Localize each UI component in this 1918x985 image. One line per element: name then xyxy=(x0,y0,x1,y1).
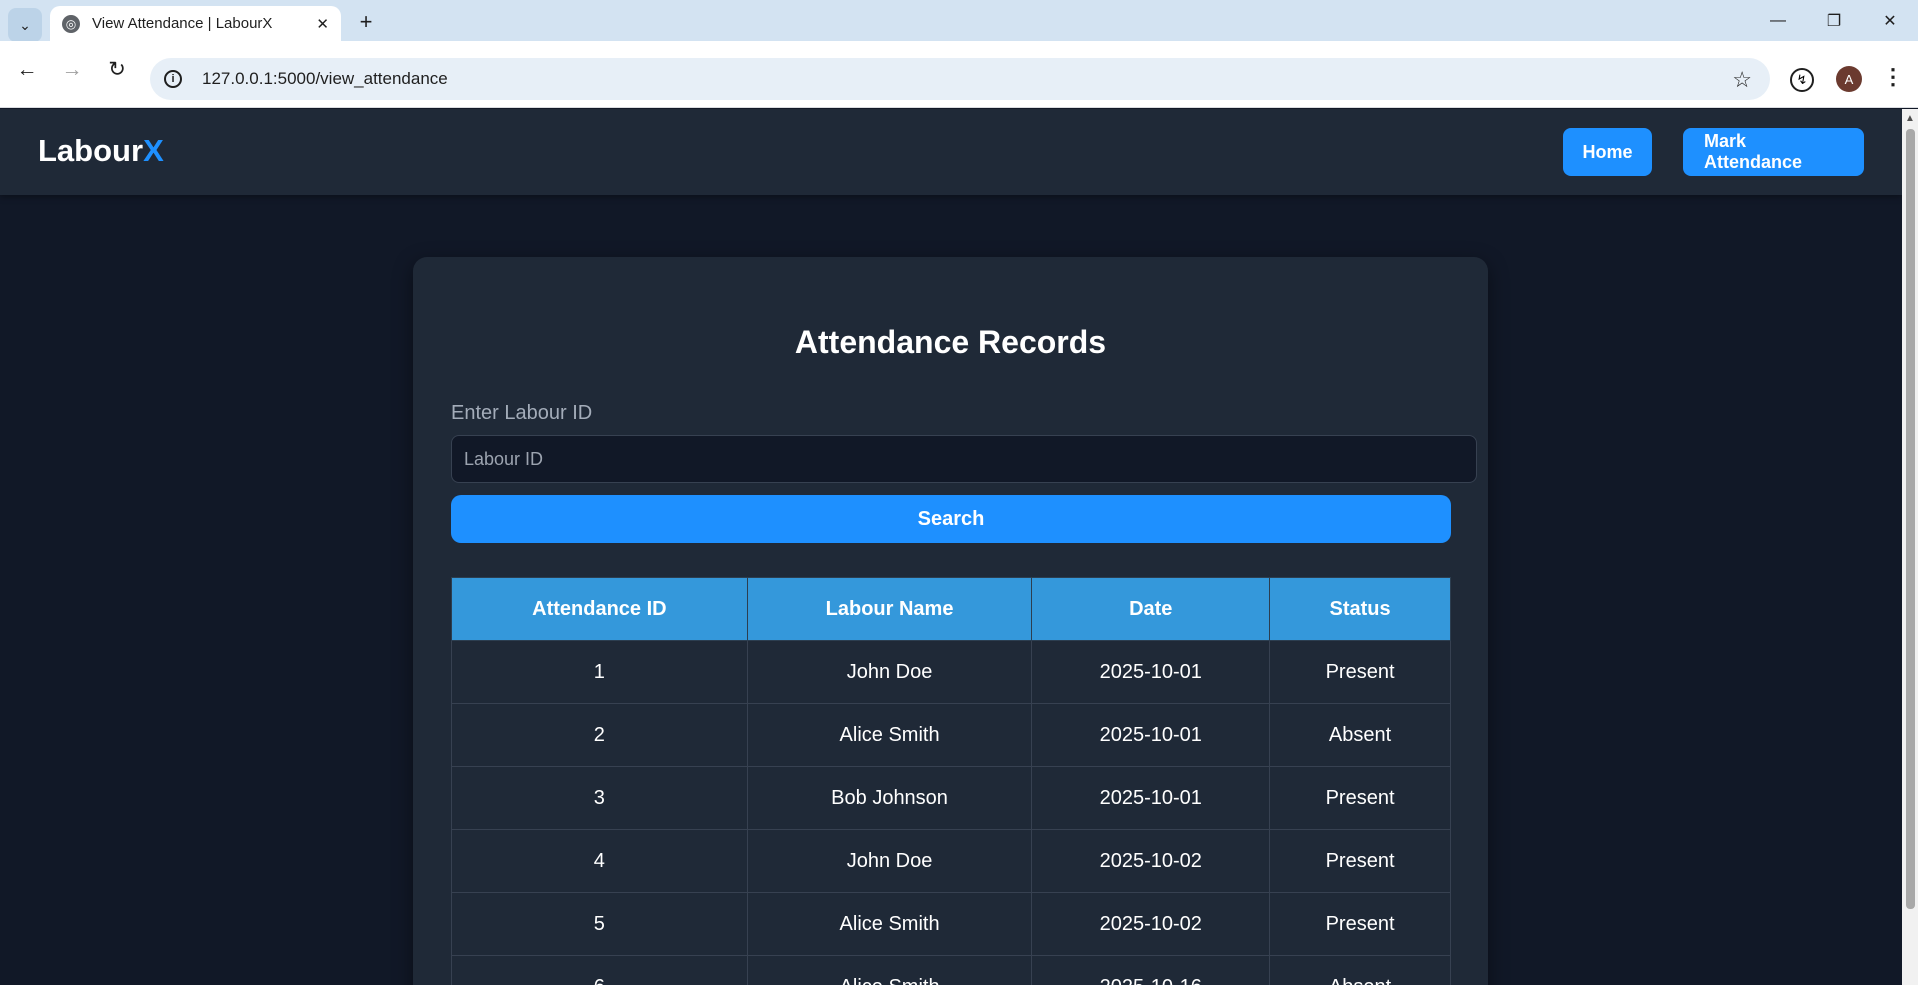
cell-status: Present xyxy=(1269,640,1451,704)
profile-avatar[interactable]: A xyxy=(1836,66,1862,92)
minimize-icon[interactable]: — xyxy=(1750,0,1806,41)
cell-labour-name: Alice Smith xyxy=(746,955,1033,985)
cell-labour-name: Alice Smith xyxy=(746,703,1033,767)
mark-attendance-button[interactable]: Mark Attendance xyxy=(1683,128,1864,176)
brand-logo[interactable]: LabourX xyxy=(38,133,164,169)
cell-attendance-id: 5 xyxy=(451,892,748,956)
url-text[interactable]: 127.0.0.1:5000/view_attendance xyxy=(202,69,448,89)
attendance-card: Attendance Records Enter Labour ID Searc… xyxy=(413,257,1488,985)
new-tab-plus-icon[interactable]: + xyxy=(354,10,378,34)
page-title: Attendance Records xyxy=(794,324,1107,360)
home-button[interactable]: Home xyxy=(1563,128,1652,176)
tab-title: View Attendance | LabourX xyxy=(92,15,273,32)
browser-tabstrip: ⌄ ◎ View Attendance | LabourX ✕ + — ❐ ✕ xyxy=(0,0,1918,42)
back-arrow-icon[interactable]: ← xyxy=(14,57,40,83)
performance-icon[interactable]: ↯ xyxy=(1790,68,1814,92)
tab-search-chevron-icon[interactable]: ⌄ xyxy=(8,8,42,42)
cell-status: Absent xyxy=(1269,955,1451,985)
cell-date: 2025-10-02 xyxy=(1031,829,1271,893)
window-close-icon[interactable]: ✕ xyxy=(1862,0,1918,41)
cell-status: Absent xyxy=(1269,703,1451,767)
search-button[interactable]: Search xyxy=(451,495,1451,543)
cell-attendance-id: 3 xyxy=(451,766,748,830)
forward-arrow-icon[interactable]: → xyxy=(59,57,85,83)
cell-attendance-id: 6 xyxy=(451,955,748,985)
cell-labour-name: John Doe xyxy=(746,640,1033,704)
cell-attendance-id: 1 xyxy=(451,640,748,704)
cell-status: Present xyxy=(1269,829,1451,893)
labour-id-label: Enter Labour ID xyxy=(451,402,593,424)
table-row: 4 John Doe 2025-10-02 Present xyxy=(451,829,1451,893)
globe-icon: ◎ xyxy=(62,14,80,33)
browser-tab[interactable]: ◎ View Attendance | LabourX ✕ xyxy=(50,6,341,41)
table-row: 3 Bob Johnson 2025-10-01 Present xyxy=(451,766,1451,830)
brand-accent: X xyxy=(143,133,164,168)
table-header-row: Attendance ID Labour Name Date Status xyxy=(451,577,1451,641)
header-status: Status xyxy=(1269,577,1451,641)
close-tab-icon[interactable]: ✕ xyxy=(316,15,329,33)
brand-main: Labour xyxy=(38,133,144,168)
cell-labour-name: John Doe xyxy=(746,829,1033,893)
table-row: 1 John Doe 2025-10-01 Present xyxy=(451,640,1451,704)
window-controls: — ❐ ✕ xyxy=(1750,0,1918,41)
cell-attendance-id: 2 xyxy=(451,703,748,767)
table-row: 6 Alice Smith 2025-10-16 Absent xyxy=(451,955,1451,985)
cell-status: Present xyxy=(1269,766,1451,830)
restore-icon[interactable]: ❐ xyxy=(1806,0,1862,41)
cell-labour-name: Alice Smith xyxy=(746,892,1033,956)
scroll-up-arrow-icon[interactable]: ▲ xyxy=(1905,113,1915,124)
site-navbar: LabourX Home Mark Attendance xyxy=(0,109,1902,195)
kebab-menu-icon[interactable]: ⋮ xyxy=(1882,64,1904,90)
table-row: 5 Alice Smith 2025-10-02 Present xyxy=(451,892,1451,956)
cell-status: Present xyxy=(1269,892,1451,956)
cell-date: 2025-10-16 xyxy=(1031,955,1271,985)
cell-date: 2025-10-01 xyxy=(1031,703,1271,767)
cell-date: 2025-10-01 xyxy=(1031,640,1271,704)
bookmark-star-icon[interactable]: ☆ xyxy=(1732,67,1752,93)
cell-date: 2025-10-01 xyxy=(1031,766,1271,830)
page-viewport: LabourX Home Mark Attendance Attendance … xyxy=(0,109,1902,985)
attendance-table: Attendance ID Labour Name Date Status 1 … xyxy=(451,577,1451,985)
header-labour-name: Labour Name xyxy=(746,577,1033,641)
cell-date: 2025-10-02 xyxy=(1031,892,1271,956)
cell-attendance-id: 4 xyxy=(451,829,748,893)
header-date: Date xyxy=(1031,577,1271,641)
address-bar[interactable]: i 127.0.0.1:5000/view_attendance ☆ xyxy=(150,58,1770,100)
labour-id-input[interactable] xyxy=(451,435,1477,483)
cell-labour-name: Bob Johnson xyxy=(746,766,1033,830)
header-attendance-id: Attendance ID xyxy=(451,577,748,641)
page-scrollbar[interactable]: ▲ xyxy=(1902,109,1918,985)
reload-icon[interactable]: ↻ xyxy=(104,57,130,83)
scrollbar-thumb[interactable] xyxy=(1906,129,1915,909)
table-row: 2 Alice Smith 2025-10-01 Absent xyxy=(451,703,1451,767)
site-info-icon[interactable]: i xyxy=(164,70,182,88)
browser-toolbar: ← → ↻ i 127.0.0.1:5000/view_attendance ☆… xyxy=(0,41,1918,108)
